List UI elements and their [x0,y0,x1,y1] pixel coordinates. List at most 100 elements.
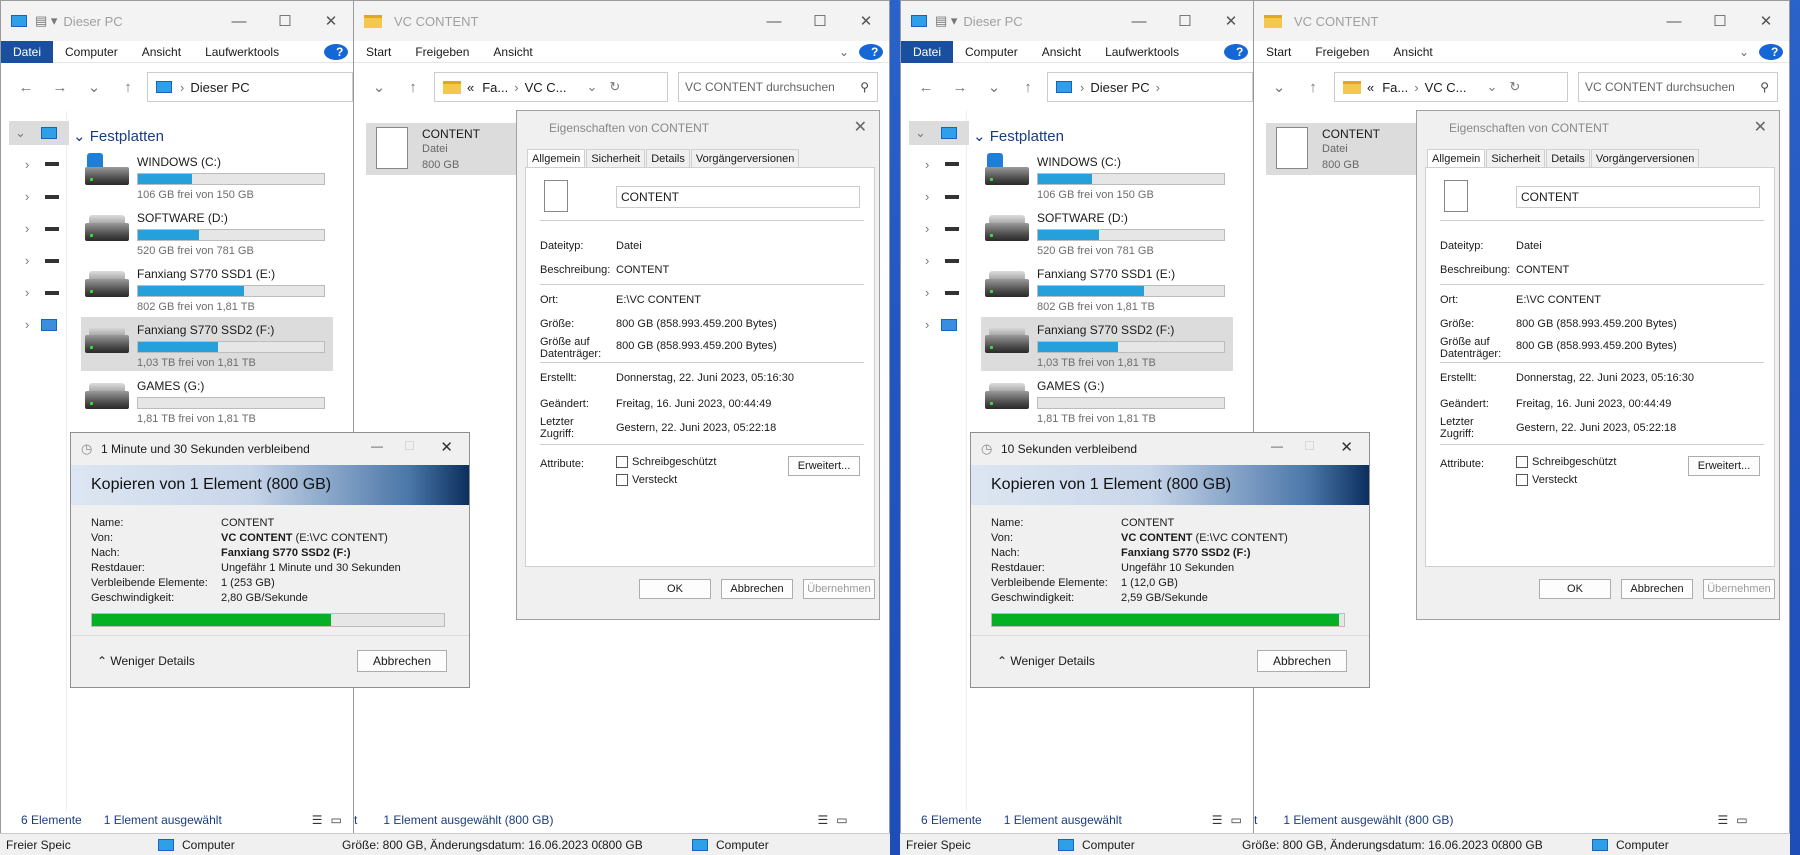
advanced-button[interactable]: Erweitert... [788,456,860,476]
details-view-icon[interactable]: ☰ [312,813,323,827]
tab-details[interactable]: Details [1546,149,1590,168]
tree-expand-icon[interactable]: › [25,221,29,236]
tab-laufwerktools[interactable]: Laufwerktools [1093,45,1191,59]
address-bar[interactable]: › Dieser PC › [1047,72,1253,102]
taskbar-computer[interactable]: Computer [1616,838,1669,852]
ok-button[interactable]: OK [639,579,711,599]
maximize-button[interactable]: ☐ [1697,1,1743,41]
drive-item[interactable]: Fanxiang S770 SSD1 (E:) 802 GB frei von … [981,261,1233,315]
close-button[interactable]: ✕ [1208,1,1254,41]
close-icon[interactable]: ✕ [854,117,867,137]
drive-item[interactable]: WINDOWS (C:) 106 GB frei von 150 GB [81,149,333,203]
readonly-checkbox[interactable]: Schreibgeschützt [1516,456,1616,469]
close-button[interactable]: ✕ [1743,1,1789,41]
address-bar[interactable]: « Fa... › VC C... ⌄ ↻ [434,72,668,102]
cancel-button[interactable]: Abbrechen [1257,650,1347,672]
tab-sicherheit[interactable]: Sicherheit [1486,149,1546,168]
tab-sicherheit[interactable]: Sicherheit [586,149,646,168]
address-segment[interactable]: VC C... [1425,80,1467,95]
close-icon[interactable]: ✕ [440,438,453,456]
tab-datei[interactable]: Datei [901,40,954,63]
tab-start[interactable]: Start [1254,45,1303,59]
history-chevron-icon[interactable]: ⌄ [977,78,1011,96]
file-item[interactable]: CONTENT Datei 800 GB [366,123,516,175]
minimize-button[interactable]: — [1116,1,1162,41]
tree-expand-icon[interactable]: › [25,157,29,172]
tree-expand-icon[interactable]: › [925,189,929,204]
less-details-toggle[interactable]: ⌃ Weniger Details [997,654,1095,668]
ok-button[interactable]: OK [1539,579,1611,599]
minimize-button[interactable]: — [371,439,383,453]
search-input[interactable]: VC CONTENT durchsuchen ⚲ [1578,72,1778,102]
minimize-button[interactable]: — [1651,1,1697,41]
section-header[interactable]: ⌄ Festplatten [73,127,164,145]
refresh-icon[interactable]: ↻ [609,79,620,95]
history-chevron-icon[interactable]: ⌄ [1262,78,1296,96]
readonly-checkbox[interactable]: Schreibgeschützt [616,456,716,469]
minimize-button[interactable]: — [1271,439,1283,453]
tree-expand-icon[interactable]: › [25,285,29,300]
drive-item[interactable]: GAMES (G:) 1,81 TB frei von 1,81 TB [81,373,333,427]
advanced-button[interactable]: Erweitert... [1688,456,1760,476]
tab-ansicht[interactable]: Ansicht [481,45,544,59]
tiles-view-icon[interactable]: ▭ [331,813,342,827]
less-details-toggle[interactable]: ⌃ Weniger Details [97,654,195,668]
up-arrow-icon[interactable]: ↑ [396,79,430,96]
up-arrow-icon[interactable]: ↑ [111,79,145,96]
tab-freigeben[interactable]: Freigeben [1303,45,1381,59]
quick-access-icon[interactable]: ▤ ▾ [935,13,957,29]
tab-computer[interactable]: Computer [53,45,130,59]
tree-expand-icon[interactable]: ⌄ [15,125,26,141]
name-field[interactable]: CONTENT [616,186,860,208]
drive-item[interactable]: SOFTWARE (D:) 520 GB frei von 781 GB [981,205,1233,259]
help-icon[interactable]: ? [1224,44,1248,60]
up-arrow-icon[interactable]: ↑ [1011,79,1045,96]
dropdown-icon[interactable]: ⌄ [1487,79,1498,95]
forward-arrow-icon[interactable]: → [943,79,977,96]
minimize-button[interactable]: — [216,1,262,41]
section-header[interactable]: ⌄ Festplatten [973,127,1064,145]
maximize-button[interactable]: ☐ [262,1,308,41]
drive-item-selected[interactable]: Fanxiang S770 SSD2 (F:) 1,03 TB frei von… [981,317,1233,371]
drive-item[interactable]: Fanxiang S770 SSD1 (E:) 802 GB frei von … [81,261,333,315]
tab-ansicht[interactable]: Ansicht [1381,45,1444,59]
tab-computer[interactable]: Computer [953,45,1030,59]
cancel-button[interactable]: Abbrechen [1621,579,1693,599]
ribbon-expand-icon[interactable]: ⌄ [1727,45,1761,59]
forward-arrow-icon[interactable]: → [43,79,77,96]
cancel-button[interactable]: Abbrechen [357,650,447,672]
tab-datei[interactable]: Datei [1,40,54,63]
details-view-icon[interactable]: ☰ [1212,813,1223,827]
address-segment[interactable]: VC C... [525,80,567,95]
tree-expand-icon[interactable]: ⌄ [915,125,926,141]
help-icon[interactable]: ? [859,44,883,60]
history-chevron-icon[interactable]: ⌄ [362,78,396,96]
tree-expand-icon[interactable]: › [25,253,29,268]
back-arrow-icon[interactable]: ← [9,79,43,96]
tab-ansicht[interactable]: Ansicht [1030,45,1093,59]
hidden-checkbox[interactable]: Versteckt [1516,474,1577,487]
tab-vorgaengerversionen[interactable]: Vorgängerversionen [690,149,800,168]
tab-start[interactable]: Start [354,45,403,59]
tab-laufwerktools[interactable]: Laufwerktools [193,45,291,59]
history-chevron-icon[interactable]: ⌄ [77,78,111,96]
dropdown-icon[interactable]: ⌄ [587,79,598,95]
file-item[interactable]: CONTENT Datei 800 GB [1266,123,1416,175]
close-button[interactable]: ✕ [843,1,889,41]
taskbar-computer[interactable]: Computer [1082,838,1242,852]
taskbar-computer[interactable]: Computer [716,838,769,852]
details-view-icon[interactable]: ☰ [817,813,828,827]
quick-access-icon[interactable]: ▤ ▾ [35,13,57,29]
drive-item[interactable]: WINDOWS (C:) 106 GB frei von 150 GB [981,149,1233,203]
help-icon[interactable]: ? [324,44,348,60]
taskbar-computer[interactable]: Computer [182,838,342,852]
back-arrow-icon[interactable]: ← [909,79,943,96]
tiles-view-icon[interactable]: ▭ [836,813,847,827]
hidden-checkbox[interactable]: Versteckt [616,474,677,487]
address-segment[interactable]: Fa... [482,80,508,95]
tree-expand-icon[interactable]: › [925,157,929,172]
close-icon[interactable]: ✕ [1754,117,1767,137]
drive-item[interactable]: GAMES (G:) 1,81 TB frei von 1,81 TB [981,373,1233,427]
help-icon[interactable]: ? [1759,44,1783,60]
ribbon-expand-icon[interactable]: ⌄ [827,45,861,59]
